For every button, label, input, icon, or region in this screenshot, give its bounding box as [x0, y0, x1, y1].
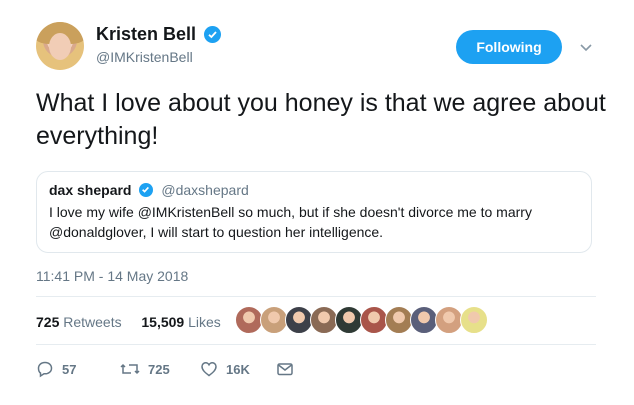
quoted-author-name: dax shepard: [49, 181, 132, 198]
retweets-label[interactable]: Retweets: [63, 314, 121, 330]
liker-avatar[interactable]: [285, 306, 313, 334]
retweet-count: 725: [148, 361, 170, 377]
retweet-icon: [120, 363, 140, 375]
retweet-button[interactable]: 725: [120, 360, 170, 378]
quoted-tweet-text: I love my wife @IMKristenBell so much, b…: [49, 204, 532, 240]
divider: [36, 296, 596, 297]
avatar[interactable]: [36, 22, 84, 70]
liker-avatar[interactable]: [385, 306, 413, 334]
liker-avatar[interactable]: [460, 306, 488, 334]
author-block: Kristen Bell @IMKristenBell: [96, 24, 222, 65]
verified-badge-icon: [204, 26, 222, 43]
author-name[interactable]: Kristen Bell: [96, 24, 196, 45]
tweet-stats: 725 Retweets 15,509 Likes: [36, 314, 221, 330]
likes-count[interactable]: 15,509: [141, 314, 184, 330]
liker-avatar[interactable]: [410, 306, 438, 334]
avatar-face: [49, 33, 71, 60]
tweet-timestamp[interactable]: 11:41 PM - 14 May 2018: [36, 268, 188, 284]
author-handle[interactable]: @IMKristenBell: [96, 49, 221, 65]
direct-message-button[interactable]: [276, 360, 294, 378]
like-button[interactable]: 16K: [200, 360, 250, 378]
quoted-author-handle: @daxshepard: [161, 181, 249, 198]
liker-avatar[interactable]: [435, 306, 463, 334]
likes-label[interactable]: Likes: [188, 314, 221, 330]
reply-button[interactable]: 57: [36, 360, 76, 378]
liker-avatar[interactable]: [235, 306, 263, 334]
retweets-count[interactable]: 725: [36, 314, 59, 330]
quoted-tweet[interactable]: dax shepard @daxshepard I love my wife @…: [36, 171, 592, 253]
following-button[interactable]: Following: [456, 30, 562, 64]
tweet-text: What I love about you honey is that we a…: [36, 89, 606, 150]
chevron-down-icon[interactable]: [579, 40, 593, 54]
verified-badge-icon: [138, 182, 153, 197]
reply-count: 57: [62, 361, 77, 377]
liker-avatar[interactable]: [260, 306, 288, 334]
reply-icon: [37, 361, 53, 378]
liker-avatar[interactable]: [335, 306, 363, 334]
divider: [36, 344, 596, 345]
envelope-icon: [277, 363, 293, 376]
like-count: 16K: [226, 361, 250, 377]
tweet-header: Kristen Bell @IMKristenBell Following: [36, 20, 606, 80]
liker-avatar[interactable]: [310, 306, 338, 334]
liker-avatar[interactable]: [360, 306, 388, 334]
heart-icon: [201, 362, 217, 377]
